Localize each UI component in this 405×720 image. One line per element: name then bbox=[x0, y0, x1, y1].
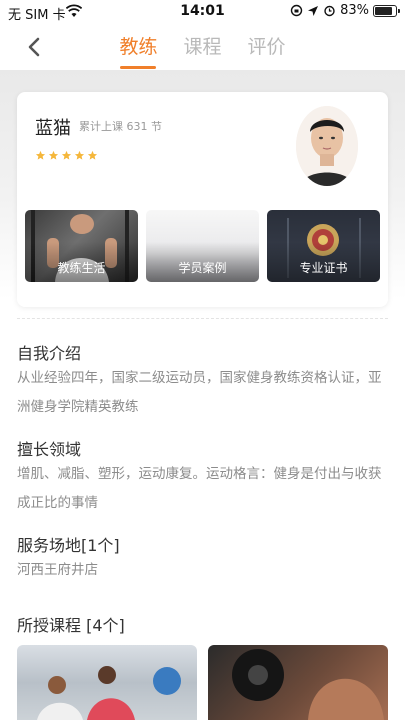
venues-title: 服务场地[1个] bbox=[17, 536, 120, 555]
coach-card: 蓝猫 累计上课 631 节 教练生活 学员案例 专业证书 bbox=[17, 92, 388, 307]
divider bbox=[17, 318, 388, 319]
battery-percent: 83% bbox=[340, 3, 369, 18]
orientation-lock-icon bbox=[290, 4, 303, 17]
tab-bar: 教练 课程 评价 bbox=[0, 32, 405, 69]
tile-coach-life[interactable]: 教练生活 bbox=[25, 210, 138, 282]
star-icon bbox=[87, 150, 98, 160]
avatar[interactable] bbox=[296, 106, 358, 186]
status-right: 83% bbox=[290, 3, 400, 18]
tile-certificates[interactable]: 专业证书 bbox=[267, 210, 380, 282]
star-icon bbox=[74, 150, 85, 160]
rating-stars bbox=[35, 150, 98, 161]
course-card-2[interactable] bbox=[208, 645, 388, 720]
tile-label: 教练生活 bbox=[57, 261, 106, 275]
course-image-2 bbox=[232, 649, 384, 720]
star-icon bbox=[48, 150, 59, 160]
top-nav: 教练 课程 评价 bbox=[0, 24, 405, 70]
intro-text: 从业经验四年，国家二级运动员，国家健身教练资格认证，亚洲健身学院精英教练 bbox=[17, 370, 382, 415]
intro-title: 自我介绍 bbox=[17, 344, 82, 363]
courses-title: 所授课程 [4个] bbox=[17, 616, 125, 635]
tab-coach[interactable]: 教练 bbox=[119, 32, 157, 69]
specialty-text: 增肌、减脂、塑形，运动康复。运动格言：健身是付出与收获成正比的事情 bbox=[17, 466, 382, 511]
course-image-1 bbox=[37, 666, 181, 720]
location-arrow-icon bbox=[308, 5, 319, 16]
tile-label: 学员案例 bbox=[178, 261, 227, 275]
tab-courses[interactable]: 课程 bbox=[183, 32, 221, 69]
lesson-count: 累计上课 631 节 bbox=[79, 120, 162, 133]
tab-reviews[interactable]: 评价 bbox=[248, 32, 286, 69]
status-bar: 无 SIM 卡 14:01 83% bbox=[0, 0, 405, 24]
battery-icon bbox=[373, 4, 400, 17]
course-card-1[interactable] bbox=[17, 645, 197, 720]
star-icon bbox=[61, 150, 72, 160]
star-icon bbox=[35, 150, 46, 160]
coach-gallery: 教练生活 学员案例 专业证书 bbox=[25, 210, 380, 282]
coach-name: 蓝猫 bbox=[35, 118, 71, 139]
battery-fill bbox=[375, 6, 392, 15]
alarm-icon bbox=[324, 5, 335, 17]
tile-label: 专业证书 bbox=[299, 261, 348, 275]
venue-name[interactable]: 河西王府井店 bbox=[17, 556, 389, 585]
coach-photo bbox=[296, 106, 358, 186]
tile-student-cases[interactable]: 学员案例 bbox=[146, 210, 259, 282]
specialty-title: 擅长领域 bbox=[17, 440, 82, 459]
